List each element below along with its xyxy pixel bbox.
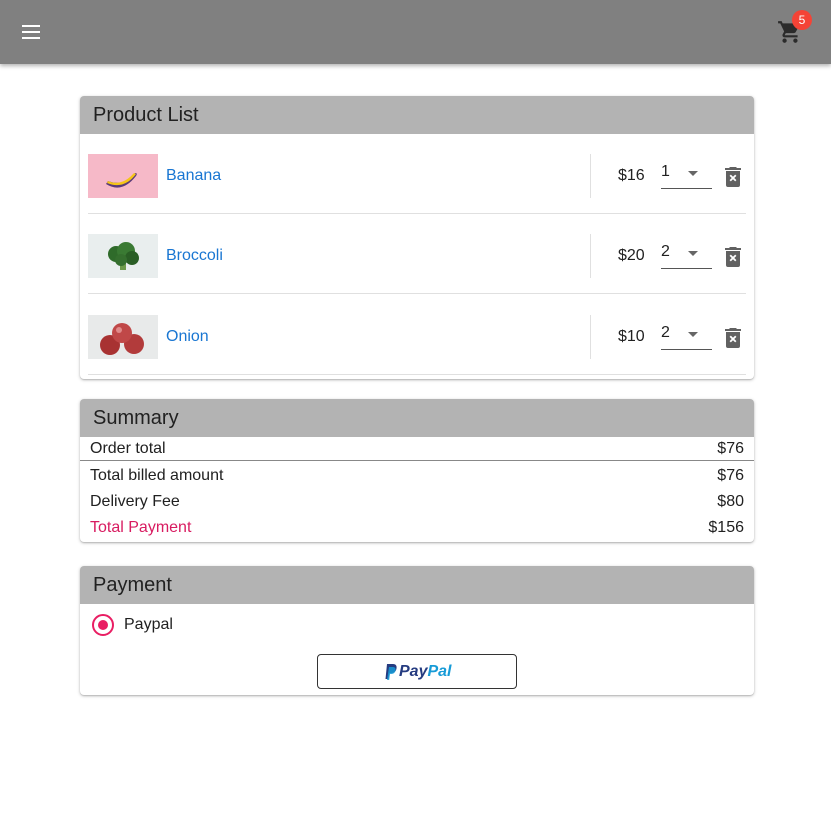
banana-image [88, 154, 158, 198]
delivery-fee-label: Delivery Fee [90, 493, 180, 510]
product-name-link[interactable]: Onion [166, 328, 209, 346]
divider [80, 460, 754, 461]
paypal-radio[interactable] [92, 614, 114, 636]
product-row: Banana $16 1 [88, 134, 746, 214]
delivery-fee-value: $80 [717, 493, 744, 510]
product-price: $10 [618, 328, 645, 345]
product-price: $16 [618, 167, 645, 184]
product-name-link[interactable]: Broccoli [166, 247, 223, 265]
product-list-card: Product List Banana $16 1 Broccoli $20 2… [80, 96, 754, 379]
quantity-select[interactable]: 2 [661, 243, 712, 269]
divider [590, 234, 591, 278]
menu-icon[interactable] [20, 22, 44, 42]
paypal-wordmark: PayPal [399, 663, 452, 680]
quantity-select[interactable]: 1 [661, 163, 712, 189]
product-price: $20 [618, 247, 645, 264]
product-name-link[interactable]: Banana [166, 167, 221, 185]
total-payment-value: $156 [708, 519, 744, 536]
onion-image [88, 315, 158, 359]
divider [590, 315, 591, 359]
delete-icon[interactable] [724, 247, 742, 267]
order-total-row: Order total $76 [90, 440, 744, 458]
product-row: Broccoli $20 2 [88, 214, 746, 294]
chevron-down-icon [688, 251, 698, 256]
billed-amount-row: Total billed amount $76 [90, 467, 744, 485]
divider [590, 154, 591, 198]
total-payment-row: Total Payment $156 [90, 519, 744, 537]
billed-amount-label: Total billed amount [90, 467, 224, 484]
delivery-fee-row: Delivery Fee $80 [90, 493, 744, 511]
total-payment-label: Total Payment [90, 519, 192, 536]
quantity-select[interactable]: 2 [661, 324, 712, 350]
broccoli-image [88, 234, 158, 278]
product-row: Onion $10 2 [88, 295, 746, 375]
summary-title: Summary [80, 399, 754, 437]
paypal-button[interactable]: PayPal [317, 654, 517, 689]
product-list-title: Product List [80, 96, 754, 134]
app-bar: 5 [0, 0, 831, 64]
delete-icon[interactable] [724, 328, 742, 348]
paypal-logo-icon [385, 664, 397, 680]
quantity-value: 1 [661, 163, 670, 180]
payment-title: Payment [80, 566, 754, 604]
order-total-label: Order total [90, 440, 166, 457]
payment-card: Payment Paypal PayPal [80, 566, 754, 695]
order-total-value: $76 [717, 440, 744, 457]
chevron-down-icon [688, 332, 698, 337]
quantity-value: 2 [661, 243, 670, 260]
quantity-value: 2 [661, 324, 670, 341]
summary-card: Summary Order total $76 Total billed amo… [80, 399, 754, 542]
billed-amount-value: $76 [717, 467, 744, 484]
chevron-down-icon [688, 171, 698, 176]
paypal-radio-label: Paypal [124, 616, 173, 633]
delete-icon[interactable] [724, 167, 742, 187]
cart-count-badge: 5 [792, 10, 812, 30]
